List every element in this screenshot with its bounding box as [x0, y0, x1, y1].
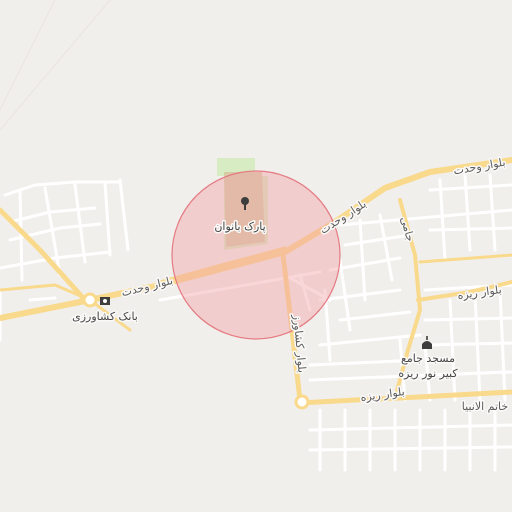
bank-label: بانک کشاورزی — [72, 310, 138, 323]
mosque-icon — [422, 336, 432, 349]
road-label-khatam: خاتم الانبیا — [462, 400, 508, 413]
map-view[interactable]: پارک بانوان بانک کشاورزی مسجد جامع کبیر … — [0, 0, 512, 512]
roundabout-west — [82, 292, 98, 308]
mosque-label-line2: کبیر نور ریزه — [398, 367, 458, 380]
mosque-label-line1: مسجد جامع — [401, 352, 455, 365]
roundabout-south — [294, 394, 310, 410]
park-label: پارک بانوان — [214, 220, 265, 233]
road-label-vahdat-right: بلوار وحدت — [452, 156, 506, 178]
background-tracks — [0, 0, 111, 131]
highlight-radius[interactable] — [171, 170, 341, 340]
mosque-marker[interactable]: مسجد جامع کبیر نور ریزه — [397, 336, 460, 382]
road-label-rizeh-east: بلوار ریزه — [457, 283, 503, 302]
map-canvas[interactable]: پارک بانوان بانک کشاورزی مسجد جامع کبیر … — [0, 0, 512, 512]
bank-icon — [100, 297, 110, 305]
road-label-vahdat-left: بلوار وحدت — [120, 274, 174, 299]
